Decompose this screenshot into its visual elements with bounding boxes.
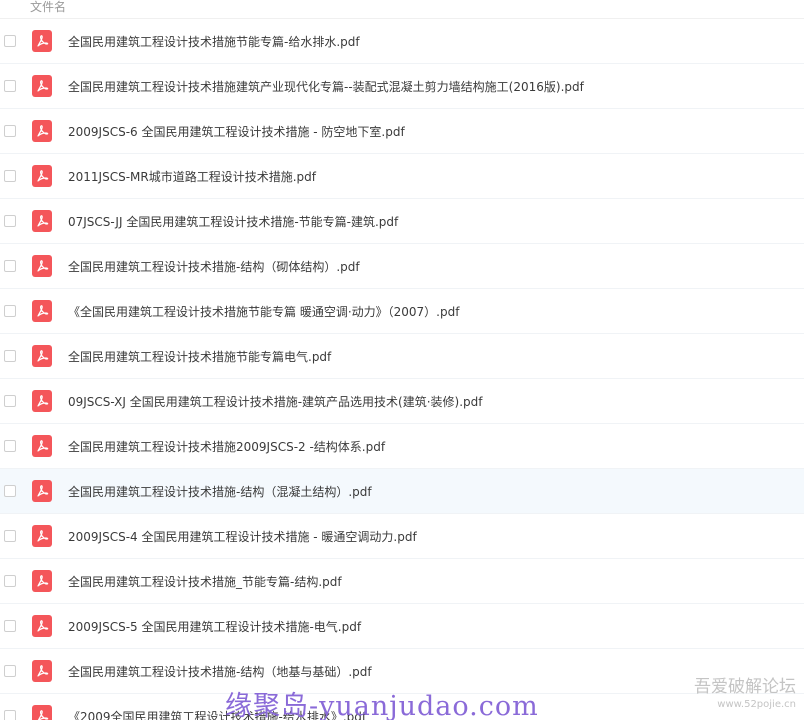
file-row[interactable]: 全国民用建筑工程设计技术措施-结构（砌体结构）.pdf [0,244,804,289]
row-checkbox[interactable] [4,215,16,227]
file-row[interactable]: 全国民用建筑工程设计技术措施_节能专篇-结构.pdf [0,559,804,604]
file-name-link[interactable]: 全国民用建筑工程设计技术措施_节能专篇-结构.pdf [68,573,342,590]
row-checkbox[interactable] [4,170,16,182]
watermark-text: 缘聚岛-yuanjudao.com [225,691,539,720]
pdf-icon [32,255,52,277]
pdf-icon [32,30,52,52]
pdf-icon [32,390,52,412]
pdf-icon [32,165,52,187]
site-watermark-title: 吾爱破解论坛 [694,677,796,697]
file-list: 全国民用建筑工程设计技术措施节能专篇-给水排水.pdf 全国民用建筑工程设计技术措… [0,19,804,720]
pdf-icon [32,435,52,457]
row-checkbox[interactable] [4,80,16,92]
row-checkbox[interactable] [4,620,16,632]
file-row[interactable]: 09JSCS-XJ 全国民用建筑工程设计技术措施-建筑产品选用技术(建筑·装修)… [0,379,804,424]
file-name-link[interactable]: 2009JSCS-6 全国民用建筑工程设计技术措施 - 防空地下室.pdf [68,123,405,140]
file-name-link[interactable]: 全国民用建筑工程设计技术措施建筑产业现代化专篇--装配式混凝土剪力墙结构施工(2… [68,78,584,95]
file-name-link[interactable]: 2009JSCS-4 全国民用建筑工程设计技术措施 - 暖通空调动力.pdf [68,528,417,545]
file-row[interactable]: 全国民用建筑工程设计技术措施节能专篇电气.pdf [0,334,804,379]
file-row[interactable]: 2009JSCS-4 全国民用建筑工程设计技术措施 - 暖通空调动力.pdf [0,514,804,559]
file-name-link[interactable]: 全国民用建筑工程设计技术措施-结构（地基与基础）.pdf [68,663,372,680]
file-name-link[interactable]: 07JSCS-JJ 全国民用建筑工程设计技术措施-节能专篇-建筑.pdf [68,213,398,230]
row-checkbox[interactable] [4,350,16,362]
row-checkbox[interactable] [4,125,16,137]
row-checkbox[interactable] [4,530,16,542]
file-name-link[interactable]: 全国民用建筑工程设计技术措施-结构（混凝土结构）.pdf [68,483,372,500]
file-name-link[interactable]: 《全国民用建筑工程设计技术措施节能专篇 暖通空调·动力》（2007）.pdf [68,303,459,320]
file-row[interactable]: 全国民用建筑工程设计技术措施-结构（混凝土结构）.pdf [0,469,804,514]
pdf-icon [32,660,52,682]
file-row[interactable]: 2009JSCS-6 全国民用建筑工程设计技术措施 - 防空地下室.pdf [0,109,804,154]
row-checkbox[interactable] [4,665,16,677]
row-checkbox[interactable] [4,575,16,587]
file-name-link[interactable]: 2009JSCS-5 全国民用建筑工程设计技术措施-电气.pdf [68,618,361,635]
pdf-icon [32,615,52,637]
pdf-icon [32,345,52,367]
row-checkbox[interactable] [4,710,16,720]
pdf-icon [32,75,52,97]
site-watermark-url: www.52pojie.cn [717,699,796,710]
pdf-icon [32,210,52,232]
pdf-icon [32,705,52,720]
row-checkbox[interactable] [4,260,16,272]
file-name-link[interactable]: 全国民用建筑工程设计技术措施-结构（砌体结构）.pdf [68,258,360,275]
column-header-filename[interactable]: 文件名 [30,0,66,15]
file-name-link[interactable]: 09JSCS-XJ 全国民用建筑工程设计技术措施-建筑产品选用技术(建筑·装修)… [68,393,483,410]
file-list-page: 文件名 全国民用建筑工程设计技术措施节能专篇-给水排水.pdf 全国民用建筑工程设… [0,0,804,720]
pdf-icon [32,525,52,547]
site-watermark: 吾爱破解论坛 www.52pojie.cn [694,672,796,710]
file-name-link[interactable]: 2011JSCS-MR城市道路工程设计技术措施.pdf [68,168,316,185]
pdf-icon [32,120,52,142]
pdf-icon [32,570,52,592]
row-checkbox[interactable] [4,485,16,497]
file-row[interactable]: 2011JSCS-MR城市道路工程设计技术措施.pdf [0,154,804,199]
file-row[interactable]: 2009JSCS-5 全国民用建筑工程设计技术措施-电气.pdf [0,604,804,649]
file-name-link[interactable]: 全国民用建筑工程设计技术措施2009JSCS-2 -结构体系.pdf [68,438,385,455]
file-row[interactable]: 全国民用建筑工程设计技术措施建筑产业现代化专篇--装配式混凝土剪力墙结构施工(2… [0,64,804,109]
pdf-icon [32,480,52,502]
row-checkbox[interactable] [4,305,16,317]
file-name-link[interactable]: 全国民用建筑工程设计技术措施节能专篇-给水排水.pdf [68,33,360,50]
file-name-link[interactable]: 全国民用建筑工程设计技术措施节能专篇电气.pdf [68,348,331,365]
file-row[interactable]: 《全国民用建筑工程设计技术措施节能专篇 暖通空调·动力》（2007）.pdf [0,289,804,334]
file-row[interactable]: 全国民用建筑工程设计技术措施节能专篇-给水排水.pdf [0,19,804,64]
row-checkbox[interactable] [4,440,16,452]
row-checkbox[interactable] [4,395,16,407]
row-checkbox[interactable] [4,35,16,47]
file-row[interactable]: 全国民用建筑工程设计技术措施2009JSCS-2 -结构体系.pdf [0,424,804,469]
list-header: 文件名 [0,0,804,19]
pdf-icon [32,300,52,322]
file-row[interactable]: 07JSCS-JJ 全国民用建筑工程设计技术措施-节能专篇-建筑.pdf [0,199,804,244]
